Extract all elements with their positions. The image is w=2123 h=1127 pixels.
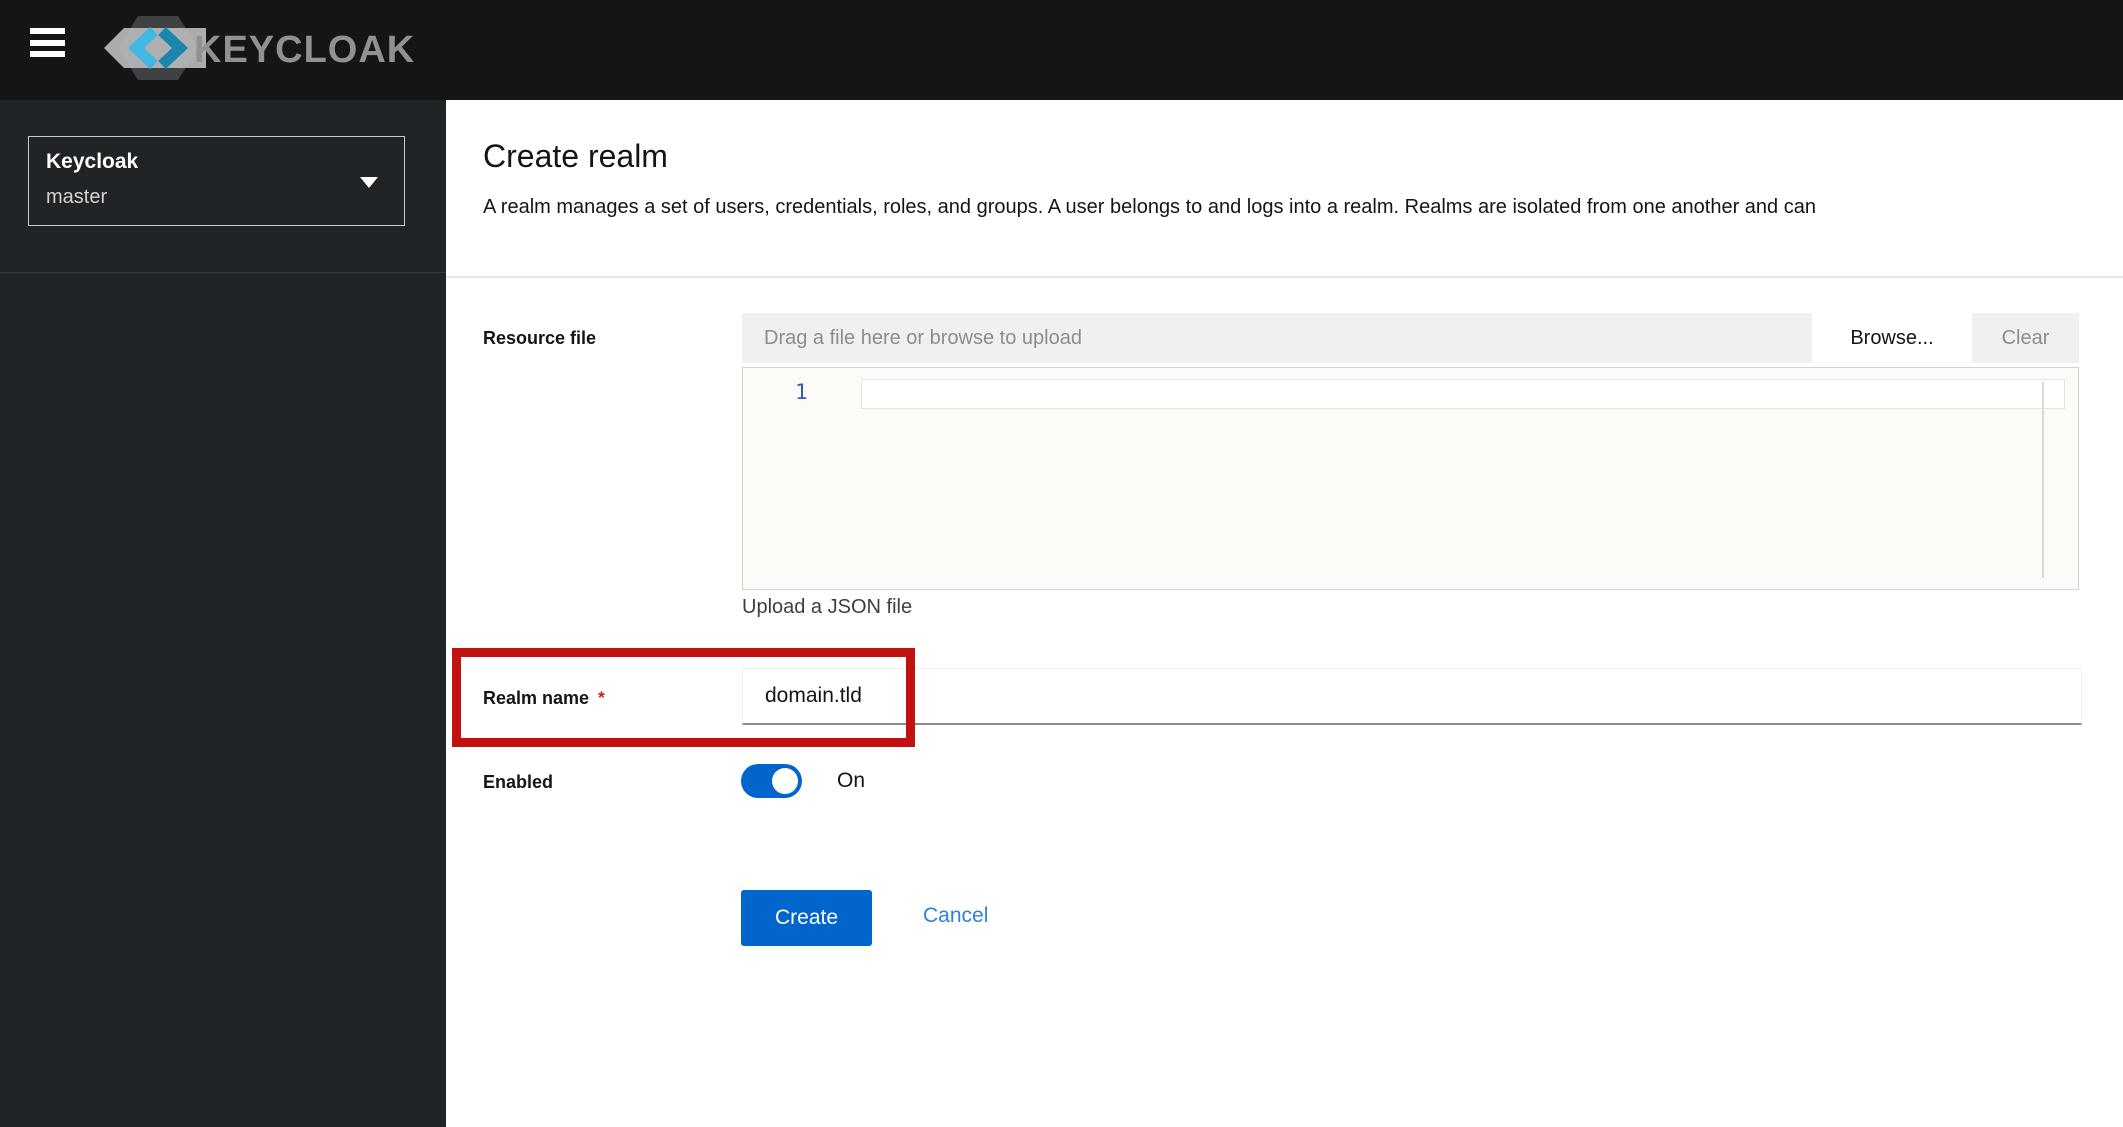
clear-button[interactable]: Clear bbox=[1972, 313, 2079, 363]
main-content: Create realm A realm manages a set of us… bbox=[446, 100, 2123, 1127]
enabled-toggle[interactable] bbox=[741, 764, 802, 798]
sidebar-divider bbox=[0, 272, 446, 273]
keycloak-logo-icon bbox=[102, 12, 206, 89]
file-upload-field: Browse... Clear bbox=[742, 313, 2079, 363]
caret-down-icon bbox=[360, 177, 378, 188]
masthead: KEYCLOAK bbox=[0, 0, 2123, 100]
hamburger-icon bbox=[30, 28, 65, 34]
create-button[interactable]: Create bbox=[741, 890, 872, 946]
keycloak-brand[interactable]: KEYCLOAK bbox=[102, 14, 415, 86]
editor-line-number: 1 bbox=[795, 380, 808, 404]
page-description: A realm manages a set of users, credenti… bbox=[483, 196, 1816, 218]
header-divider bbox=[446, 276, 2123, 278]
realm-selector-title: Keycloak bbox=[46, 150, 139, 173]
sidebar: Keycloak master bbox=[0, 100, 446, 1127]
realm-selector-dropdown[interactable]: Keycloak master bbox=[28, 136, 405, 226]
realm-name-input[interactable] bbox=[742, 668, 2082, 725]
cancel-link[interactable]: Cancel bbox=[923, 904, 988, 928]
resource-file-label: Resource file bbox=[483, 328, 597, 348]
json-code-editor[interactable]: 1 bbox=[742, 367, 2079, 590]
editor-active-line bbox=[861, 379, 2065, 409]
page-title: Create realm bbox=[483, 138, 668, 174]
enabled-label: Enabled bbox=[483, 772, 554, 792]
hamburger-menu-button[interactable] bbox=[30, 28, 66, 57]
keycloak-admin-console: KEYCLOAK Keycloak master Create realm A … bbox=[0, 0, 2123, 1127]
toggle-knob bbox=[772, 768, 798, 794]
required-asterisk: * bbox=[598, 688, 605, 707]
realm-name-label-wrap: Realm name * bbox=[483, 688, 605, 709]
browse-button[interactable]: Browse... bbox=[1812, 313, 1972, 363]
file-upload-filename-input[interactable] bbox=[742, 313, 1812, 363]
editor-scrollbar[interactable] bbox=[2042, 382, 2044, 578]
upload-helper-text: Upload a JSON file bbox=[742, 596, 913, 618]
brand-text: KEYCLOAK bbox=[194, 28, 416, 71]
realm-name-label: Realm name bbox=[483, 688, 590, 708]
enabled-state-label: On bbox=[837, 769, 866, 792]
current-realm-name: master bbox=[46, 186, 108, 208]
